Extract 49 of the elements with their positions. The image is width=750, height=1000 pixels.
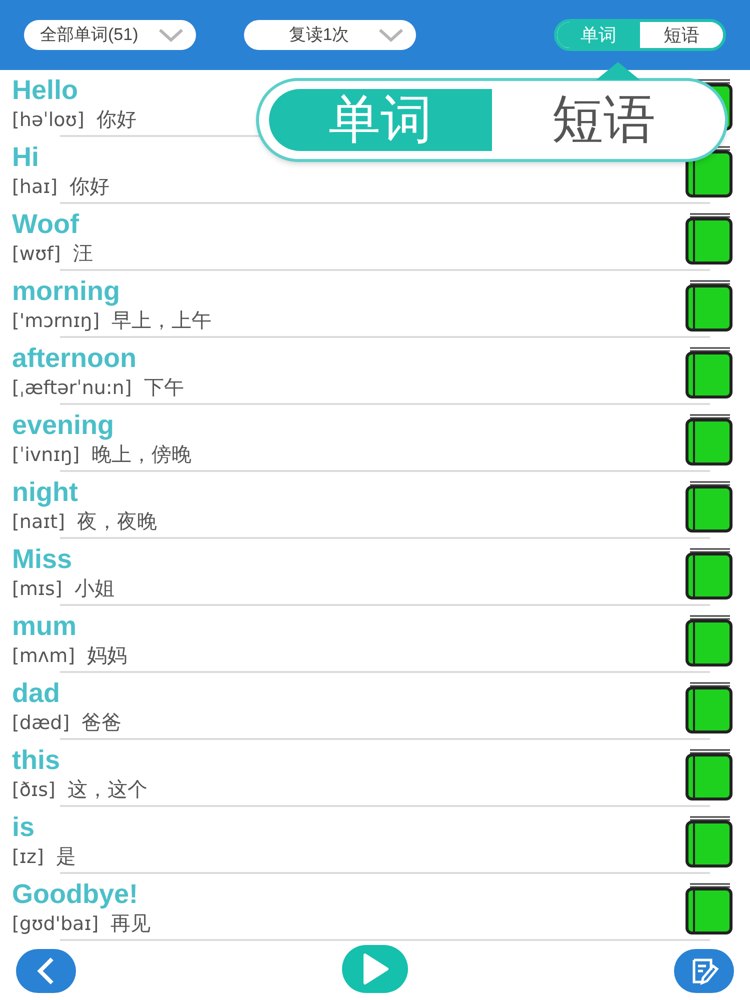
meaning: 再见	[110, 912, 151, 936]
phonetic: [gʊd'baɪ]	[12, 912, 99, 936]
phonetic: [dæd]	[12, 710, 70, 736]
phonetic: [ˌæftərˈnu:n]	[12, 376, 132, 400]
meaning: 晚上，傍晚	[92, 442, 192, 468]
meaning: 汪	[72, 242, 93, 266]
word-title: this	[12, 744, 62, 776]
word-title: night	[12, 476, 79, 508]
phonetic: [naɪt]	[12, 510, 66, 534]
meaning: 夜，夜晚	[77, 510, 158, 534]
filter-label: 复读1次	[288, 24, 350, 46]
popup-mode-tab[interactable]: 短语	[492, 89, 715, 151]
word-title: Goodbye!	[12, 878, 139, 910]
meaning: 你好	[96, 108, 136, 132]
meaning: 是	[56, 844, 76, 870]
phonetic: [ðɪs]	[12, 778, 56, 802]
word-title: Hi	[12, 140, 40, 172]
phonetic: [ɪz]	[12, 844, 44, 870]
meaning: 爸爸	[82, 710, 122, 736]
phonetic: [mʌm]	[12, 644, 76, 668]
filter-label: 全部单词(51)	[40, 24, 138, 46]
word-title: afternoon	[12, 342, 138, 374]
phonetic: [ˈivnɪŋ]	[12, 442, 80, 468]
word-title: dad	[12, 676, 62, 708]
word-title: mum	[12, 610, 78, 642]
meaning: 早上，上午	[112, 308, 212, 334]
phonetic: [wʊf]	[12, 242, 61, 266]
phonetic: [mɪs]	[12, 576, 62, 602]
word-title: Woof	[12, 208, 80, 240]
filter-dropdown[interactable]: 复读1次	[244, 20, 416, 50]
meaning: 你好	[70, 174, 110, 200]
chevron-left-icon	[36, 956, 56, 984]
meaning: 小姐	[74, 576, 114, 602]
word-title: morning	[12, 274, 121, 306]
word-title: Hello	[12, 74, 80, 106]
phonetic: [haɪ]	[12, 174, 58, 200]
filter-dropdown[interactable]: 全部单词(51)	[24, 20, 196, 50]
meaning: 下午	[144, 376, 184, 400]
phonetic: ['mɔrnɪŋ]	[12, 308, 100, 334]
edit-button[interactable]	[674, 948, 734, 992]
word-title: Miss	[12, 542, 74, 574]
phonetic: [həˈloʊ]	[12, 108, 84, 132]
meaning: 妈妈	[87, 644, 128, 668]
chevron-down-icon	[378, 28, 404, 42]
chevron-down-icon	[158, 28, 184, 42]
word-title: evening	[12, 408, 116, 440]
meaning: 这，这个	[67, 778, 148, 802]
word-title: is	[12, 810, 36, 842]
back-button[interactable]	[16, 948, 76, 992]
